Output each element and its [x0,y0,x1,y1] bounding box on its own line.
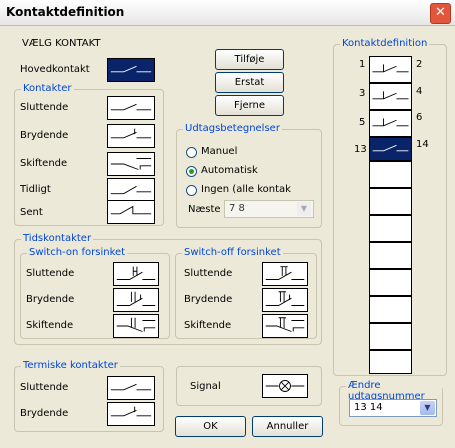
contact-slot-empty[interactable] [369,323,412,350]
radio-automatisk[interactable] [186,166,197,177]
hovedkontakt-symbol[interactable] [107,58,155,82]
contact-1-left: 1 [359,59,366,70]
contact-3-left: 5 [359,117,366,128]
contact-slot-empty[interactable] [369,242,412,269]
off-skiftende-symbol[interactable] [262,314,308,338]
kontakt-label-skiftende: Skiftende [20,158,68,169]
contact-slot-empty[interactable] [369,350,412,374]
off-sluttende-symbol[interactable] [262,262,308,286]
off-brydende-symbol[interactable] [262,288,308,312]
contact-slot-2[interactable] [369,83,412,110]
kontakt-tidligt-symbol[interactable] [107,178,155,202]
switch-off-legend: Switch-off forsinket [182,247,283,258]
kontakt-label-sent: Sent [20,207,43,218]
contact-3-right: 6 [416,112,423,123]
kontaktdef-legend: Kontaktdefinition [340,38,430,49]
signal-symbol[interactable] [262,374,308,398]
contact-4-right: 14 [416,139,429,150]
chevron-down-icon: ▼ [420,401,435,415]
hovedkontakt-label: Hovedkontakt [20,64,90,75]
naeste-label: Næste [188,204,221,215]
contact-slot-empty[interactable] [369,188,412,215]
udtags-legend: Udtagsbetegnelser [183,123,282,134]
termisk-label-sluttende: Sluttende [20,382,69,393]
contact-slot-empty[interactable] [369,161,412,188]
on-sluttende-symbol[interactable] [113,262,159,286]
kontakt-label-tidligt: Tidligt [20,184,51,195]
on-brydende-symbol[interactable] [113,288,159,312]
title-bar: Kontaktdefinition ✕ [0,0,455,26]
chevron-down-icon: ▼ [297,202,311,216]
kontakter-legend: Kontakter [21,83,74,94]
contact-slot-3[interactable] [369,110,412,137]
switch-on-legend: Switch-on forsinket [27,247,128,258]
radio-manuel-label: Manuel [201,146,238,157]
ok-button[interactable]: OK [175,416,246,437]
termisk-brydende-symbol[interactable] [107,402,155,426]
contact-2-left: 3 [359,88,366,99]
contact-2-right: 4 [416,86,423,97]
select-heading: VÆLG KONTAKT [22,38,101,49]
naeste-select[interactable]: 7 8 ▼ [224,200,314,218]
tilfoje-button[interactable]: Tilføje [215,49,284,70]
on-label-brydende: Brydende [26,294,75,305]
radio-ingen[interactable] [186,185,197,196]
fjerne-button[interactable]: Fjerne [215,95,284,116]
naeste-value: 7 8 [229,203,245,214]
contact-slot-empty[interactable] [369,269,412,296]
tidskontakter-legend: Tidskontakter [21,233,94,244]
contact-slot-4-selected[interactable] [369,137,412,161]
kontakt-skiftende-symbol[interactable] [107,152,155,176]
radio-ingen-label: Ingen (alle kontak [201,184,291,195]
contact-slot-1[interactable] [369,56,412,83]
annuller-button[interactable]: Annuller [252,416,323,437]
aendre-select[interactable]: 13 14 ▼ [349,399,437,417]
termisk-label-brydende: Brydende [20,408,69,419]
contact-slot-empty[interactable] [369,215,412,242]
radio-automatisk-label: Automatisk [201,165,258,176]
on-label-skiftende: Skiftende [26,320,74,331]
kontakt-sluttende-symbol[interactable] [107,96,155,120]
contact-4-left: 13 [354,144,367,155]
window-title: Kontaktdefinition [6,5,125,19]
off-label-brydende: Brydende [184,294,233,305]
contact-slot-empty[interactable] [369,296,412,323]
kontakt-label-sluttende: Sluttende [20,102,69,113]
on-skiftende-symbol[interactable] [113,314,159,338]
termisk-sluttende-symbol[interactable] [107,376,155,400]
on-label-sluttende: Sluttende [26,268,75,279]
close-icon: ✕ [435,5,446,20]
erstat-button[interactable]: Erstat [215,72,284,93]
contact-1-right: 2 [416,59,423,70]
aendre-value: 13 14 [354,402,383,413]
off-label-sluttende: Sluttende [184,268,233,279]
close-button[interactable]: ✕ [430,3,451,24]
signal-label: Signal [190,381,221,392]
off-label-skiftende: Skiftende [184,320,232,331]
kontakt-label-brydende: Brydende [20,130,69,141]
termiske-legend: Termiske kontakter [21,360,120,371]
kontakt-brydende-symbol[interactable] [107,124,155,148]
kontakt-sent-symbol[interactable] [107,200,155,224]
radio-manuel[interactable] [186,147,197,158]
